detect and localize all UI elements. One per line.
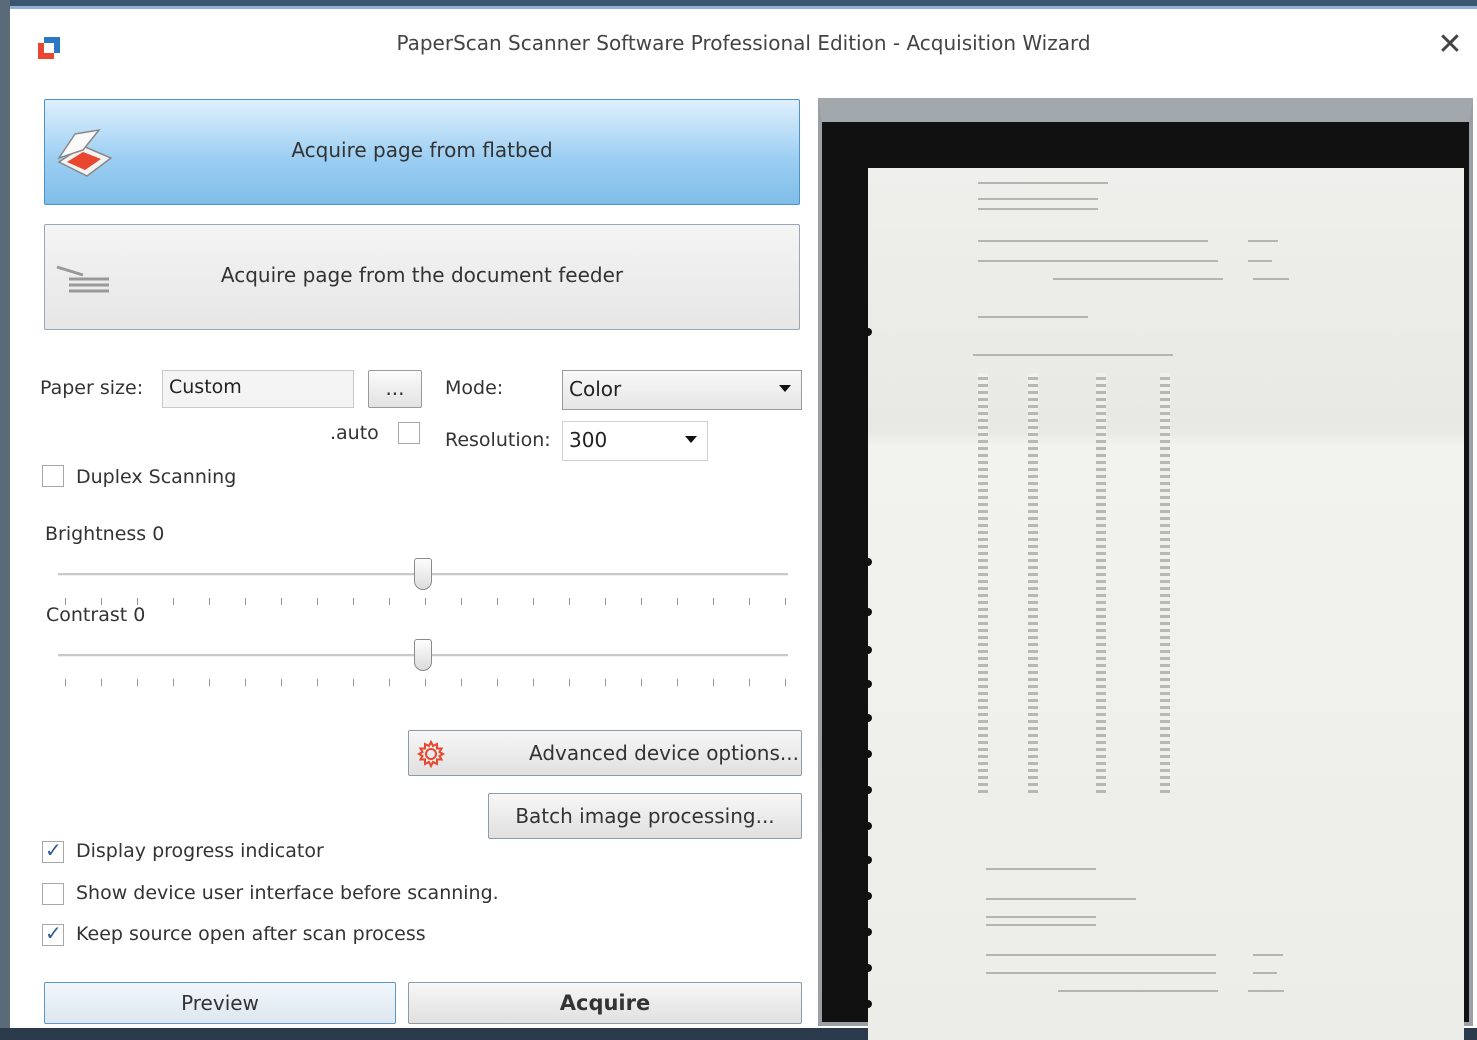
slider-tick [317,679,318,686]
show-device-ui-label: Show device user interface before scanni… [76,882,499,904]
slider-tick [677,598,678,605]
slider-tick [785,598,786,605]
slider-tick [569,598,570,605]
slider-tick [281,598,282,605]
checkmark-icon: ✓ [45,838,62,862]
slider-tick [317,598,318,605]
window-title: PaperScan Scanner Software Professional … [396,31,1091,55]
show-device-ui-checkbox[interactable] [42,883,64,905]
batch-image-processing-button[interactable]: Batch image processing... [488,793,802,839]
duplex-checkbox[interactable] [42,465,64,487]
slider-tick [281,679,282,686]
acquire-flatbed-label: Acquire page from flatbed [291,138,553,162]
resolution-value: 300 [569,428,608,452]
slider-tick [461,598,462,605]
slider-tick [641,679,642,686]
close-button[interactable]: ✕ [1432,27,1468,63]
keep-source-open-checkbox[interactable]: ✓ [42,921,64,946]
auto-label: .auto [330,422,379,444]
slider-tick [425,679,426,686]
slider-tick [461,679,462,686]
slider-tick [137,679,138,686]
contrast-ticks [65,679,786,689]
display-progress-checkbox[interactable]: ✓ [42,838,64,863]
mode-label: Mode: [445,377,504,399]
paper-size-field[interactable]: Custom [162,370,354,408]
slider-tick [173,679,174,686]
contrast-label: Contrast 0 [46,604,146,626]
paper-size-label: Paper size: [40,377,144,399]
slider-tick [533,598,534,605]
slider-tick [749,679,750,686]
slider-tick [65,679,66,686]
acquire-flatbed-button[interactable]: Acquire page from flatbed [44,99,800,205]
brightness-slider-thumb[interactable] [414,558,432,590]
slider-tick [749,598,750,605]
scanned-page-image [864,168,1464,1040]
slider-tick [713,598,714,605]
slider-tick [713,679,714,686]
slider-tick [353,598,354,605]
advanced-device-options-button[interactable]: Advanced device options... [408,730,802,776]
checkmark-icon: ✓ [45,921,62,945]
slider-tick [569,679,570,686]
resolution-label: Resolution: [445,429,551,451]
chevron-down-icon [779,385,791,392]
mode-select[interactable]: Color [562,370,802,410]
slider-tick [677,679,678,686]
acquisition-wizard-window: PaperScan Scanner Software Professional … [10,6,1477,1040]
auto-checkbox[interactable] [398,422,420,444]
slider-tick [173,598,174,605]
slider-tick [605,679,606,686]
slider-tick [497,679,498,686]
keep-source-open-label: Keep source open after scan process [76,923,426,945]
desktop-edge [0,0,10,1028]
slider-tick [101,679,102,686]
slider-tick [533,679,534,686]
gear-icon [417,740,445,768]
brightness-ticks [65,598,786,608]
resolution-select[interactable]: 300 [562,421,708,461]
slider-tick [245,679,246,686]
mode-value: Color [569,377,622,401]
slider-tick [245,598,246,605]
chevron-down-icon [685,436,697,443]
slider-tick [497,598,498,605]
acquire-feeder-label: Acquire page from the document feeder [220,263,624,287]
display-progress-label: Display progress indicator [76,840,324,862]
duplex-label: Duplex Scanning [76,466,237,488]
title-bar: PaperScan Scanner Software Professional … [10,9,1477,73]
acquire-button[interactable]: Acquire [408,982,802,1024]
advanced-device-options-label: Advanced device options... [529,741,799,765]
slider-tick [785,679,786,686]
slider-tick [389,679,390,686]
brightness-label: Brightness 0 [45,523,165,545]
preview-button[interactable]: Preview [44,982,396,1024]
slider-tick [641,598,642,605]
slider-tick [605,598,606,605]
slider-tick [389,598,390,605]
scan-preview-pane [818,98,1473,1040]
slider-tick [353,679,354,686]
slider-tick [425,598,426,605]
slider-tick [209,598,210,605]
slider-tick [209,679,210,686]
acquire-feeder-button[interactable]: Acquire page from the document feeder [44,224,800,330]
paper-size-browse-button[interactable]: ... [368,370,422,408]
contrast-slider-thumb[interactable] [414,639,432,671]
